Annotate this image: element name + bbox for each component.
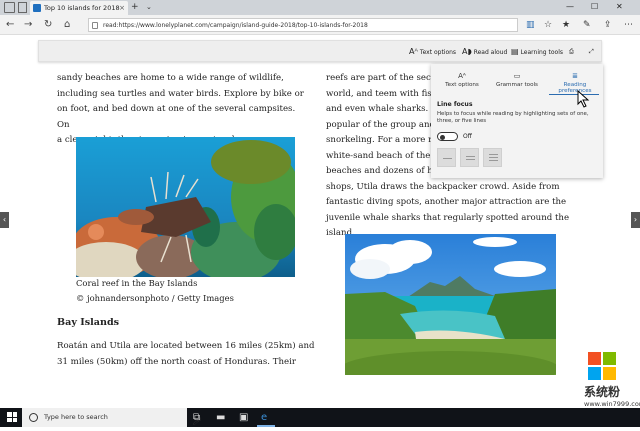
watermark-url: www.win7999.com — [584, 400, 640, 408]
set-aside-tabs-icon[interactable] — [18, 2, 27, 13]
pen-icon[interactable]: ✎ — [583, 18, 591, 32]
favorites-hub-icon[interactable]: ★ — [562, 18, 570, 32]
windows-taskbar: Type here to search 🎤︎ ⧉ ▬ ▣ e — [0, 408, 640, 427]
paragraph-line: shops, Utila draws the backpacker crowd.… — [326, 181, 560, 192]
article-left-column-2: Roatán and Utila are located between 16 … — [57, 339, 317, 370]
tab-close-icon[interactable]: × — [119, 1, 125, 15]
favicon-icon — [33, 4, 41, 12]
mouse-cursor-icon — [577, 90, 590, 108]
new-tab-button[interactable]: + — [131, 0, 139, 14]
tab-bar: Top 10 islands for 2018 × + ⌄ — ☐ ✕ — [0, 0, 640, 15]
paragraph-line: 31 miles (50km) off the north coast of H… — [57, 356, 296, 367]
cortana-icon — [29, 413, 38, 422]
tab-title: Top 10 islands for 2018 — [44, 4, 120, 12]
taskbar-search-box[interactable]: Type here to search 🎤︎ — [22, 408, 202, 427]
read-aloud-button[interactable]: A◗ Read aloud — [462, 47, 507, 58]
paragraph-line: on foot, and bed down at one of the seve… — [57, 104, 296, 130]
read-aloud-label: Read aloud — [473, 49, 508, 56]
photo-credit: © johnandersonphoto / Getty Images — [76, 293, 234, 303]
tab-text-options[interactable]: Aᴬ Text options — [437, 72, 487, 88]
reading-preferences-tab-icon: ≣ — [572, 72, 578, 80]
refresh-button[interactable]: ↻ — [44, 18, 52, 32]
windows-logo-icon — [588, 352, 616, 380]
tab-list-chevron-icon[interactable]: ⌄ — [146, 0, 152, 14]
paragraph-line: juvenile whale sharks that regularly spo… — [326, 212, 570, 223]
reading-view-toolbar: Aᴬ Text options A◗ Read aloud ▤ Learning to… — [38, 40, 602, 62]
toggle-state-label: Off — [463, 133, 472, 140]
close-window-button[interactable]: ✕ — [616, 0, 623, 14]
one-line-button[interactable] — [437, 148, 456, 167]
minimize-button[interactable]: — — [566, 0, 574, 14]
line-icon — [443, 158, 452, 159]
windows-start-icon[interactable] — [7, 412, 17, 422]
task-view-icon[interactable]: ⧉ — [193, 411, 200, 424]
active-tab-indicator — [549, 94, 599, 95]
edge-browser-icon[interactable]: e — [261, 411, 267, 424]
three-lines-button[interactable] — [460, 148, 479, 167]
learning-tools-panel: Aᴬ Text options ▭ Grammar tools ≣ Readin… — [431, 64, 603, 178]
paragraph-line: Roatán and Utila are located between 16 … — [57, 341, 315, 351]
watermark-title: 系统粉 — [584, 385, 621, 399]
store-icon[interactable]: ▣ — [239, 411, 248, 424]
learning-tools-button[interactable]: ▤ Learning tools — [511, 47, 563, 58]
site-watermark: 系统粉 www.win7999.com — [584, 350, 640, 408]
back-button[interactable]: ← — [6, 18, 14, 32]
grammar-tools-tab-icon: ▭ — [513, 72, 521, 80]
share-icon[interactable]: ⇪ — [604, 18, 612, 32]
reading-view-icon[interactable]: ▥ — [526, 18, 535, 32]
tab-reading-preferences[interactable]: ≣ Reading preferences — [547, 72, 603, 94]
text-options-button[interactable]: Aᴬ Text options — [409, 47, 456, 58]
previous-page-arrow-icon[interactable]: ‹ — [0, 212, 9, 228]
paragraph-line: fantastic diving spots, another major at… — [326, 197, 567, 207]
toggle-knob — [440, 134, 445, 140]
print-icon[interactable]: ⎙ — [569, 47, 574, 57]
tab-label: Grammar tools — [496, 82, 538, 88]
line-focus-description: Helps to focus while reading by highligh… — [437, 111, 589, 124]
home-button[interactable]: ⌂ — [64, 18, 70, 32]
island-landscape-photo — [345, 234, 556, 375]
url-text: read:https://www.lonelyplanet.com/campai… — [103, 22, 368, 29]
learning-tools-icon: ▤ — [511, 47, 519, 56]
more-options-icon[interactable]: ⋯ — [624, 18, 633, 32]
tab-grammar-tools[interactable]: ▭ Grammar tools — [492, 72, 542, 88]
tab-preview-icon[interactable] — [4, 2, 15, 13]
line-icon — [489, 157, 498, 158]
address-bar[interactable]: read:https://www.lonelyplanet.com/campai… — [88, 18, 518, 32]
maximize-button[interactable]: ☐ — [591, 0, 598, 14]
five-lines-button[interactable] — [483, 148, 502, 167]
search-placeholder: Type here to search — [44, 413, 108, 421]
tab-label: Text options — [445, 82, 479, 88]
forward-button[interactable]: → — [24, 18, 32, 32]
line-icon — [466, 159, 475, 160]
line-focus-toggle[interactable] — [437, 132, 458, 141]
line-icon — [489, 154, 498, 155]
read-aloud-icon: A◗ — [462, 47, 472, 56]
browser-tab[interactable]: Top 10 islands for 2018 × — [30, 1, 128, 15]
lock-icon — [92, 22, 98, 29]
file-explorer-icon[interactable]: ▬ — [216, 411, 225, 424]
photo-caption: Coral reef in the Bay Islands — [76, 278, 198, 288]
line-focus-title: Line focus — [437, 101, 473, 108]
next-page-arrow-icon[interactable]: › — [631, 212, 640, 228]
learning-tools-label: Learning tools — [520, 49, 564, 56]
paragraph-line: sandy beaches are home to a wide range o… — [57, 73, 284, 83]
text-options-label: Text options — [419, 49, 457, 56]
paragraph-line: including sea turtles and water birds. E… — [57, 88, 304, 99]
coral-reef-photo — [76, 137, 295, 277]
text-options-tab-icon: Aᴬ — [458, 72, 466, 80]
section-heading: Bay Islands — [57, 317, 120, 328]
fullscreen-icon[interactable]: ⤢ — [589, 47, 594, 57]
line-icon — [466, 156, 475, 157]
favorite-star-icon[interactable]: ☆ — [544, 18, 552, 32]
line-icon — [489, 160, 498, 161]
text-options-icon: Aᴬ — [409, 47, 418, 56]
